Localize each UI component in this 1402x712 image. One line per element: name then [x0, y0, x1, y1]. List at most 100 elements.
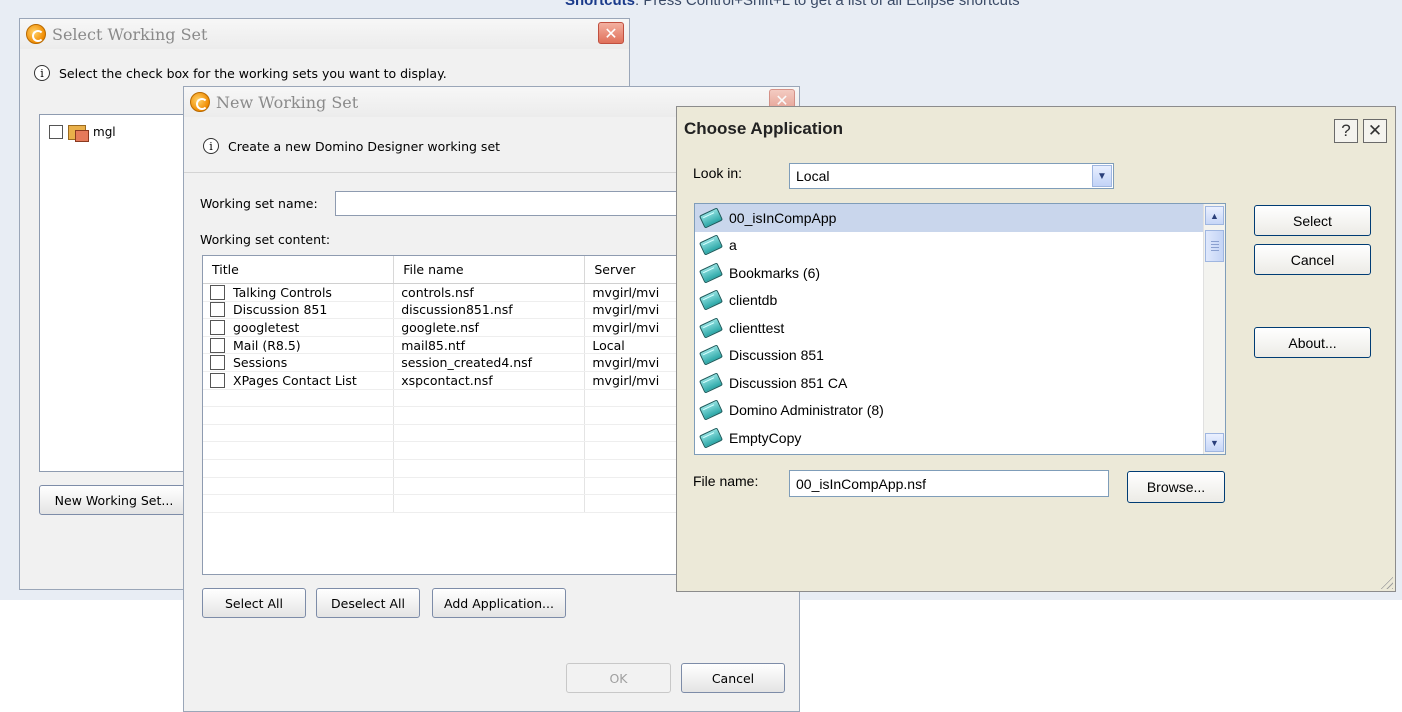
file-name-label: File name:: [693, 473, 759, 489]
list-item[interactable]: Discussion 851 CA: [695, 369, 1225, 397]
row-checkbox[interactable]: [210, 337, 225, 353]
row-checkbox[interactable]: [210, 372, 225, 388]
dialog-title: Select Working Set: [52, 24, 208, 44]
list-item[interactable]: Domino Administrator (8): [695, 397, 1225, 425]
list-item[interactable]: Bookmarks (6): [695, 259, 1225, 287]
list-item[interactable]: clientdb: [695, 287, 1225, 315]
info-text: Create a new Domino Designer working set: [228, 138, 501, 154]
select-button[interactable]: Select: [1254, 205, 1371, 236]
row-server: mvgirl/mvi: [585, 301, 681, 319]
table-row[interactable]: Sessions session_created4.nsf mvgirl/mvi: [203, 354, 681, 372]
cancel-button[interactable]: Cancel: [1254, 244, 1371, 275]
new-working-set-button[interactable]: New Working Set...: [39, 485, 189, 515]
application-label: Discussion 851: [729, 347, 824, 364]
column-header-file-name[interactable]: File name: [394, 256, 586, 283]
look-in-select[interactable]: Local ▼: [789, 163, 1114, 189]
row-server: Local: [585, 336, 681, 354]
working-set-name-label: Working set name:: [200, 196, 318, 211]
dialog-title: New Working Set: [216, 92, 359, 112]
browse-button[interactable]: Browse...: [1127, 471, 1225, 503]
application-label: Domino Administrator (8): [729, 402, 884, 419]
chevron-down-icon[interactable]: ▼: [1092, 165, 1112, 187]
scroll-up-icon[interactable]: ▲: [1205, 206, 1224, 225]
database-icon: [699, 372, 723, 393]
database-icon: [699, 207, 723, 228]
row-title: XPages Contact List: [233, 372, 357, 388]
column-header-server[interactable]: Server: [585, 256, 681, 283]
deselect-all-button[interactable]: Deselect All: [316, 588, 420, 618]
list-item[interactable]: mgl: [49, 123, 116, 142]
row-title: Talking Controls: [233, 284, 332, 300]
table-row[interactable]: Talking Controls controls.nsf mvgirl/mvi: [203, 284, 681, 302]
database-icon: [699, 317, 723, 338]
row-checkbox[interactable]: [210, 302, 225, 318]
empty-row: [203, 477, 681, 496]
file-name-value: 00_isInCompApp.nsf: [796, 475, 926, 492]
row-file-name: discussion851.nsf: [394, 301, 586, 319]
select-all-button[interactable]: Select All: [202, 588, 306, 618]
row-title: googletest: [233, 319, 300, 335]
list-item[interactable]: Discussion 851: [695, 342, 1225, 370]
database-icon: [699, 400, 723, 421]
info-message: i Select the check box for the working s…: [34, 65, 447, 81]
column-header-title[interactable]: Title: [203, 256, 395, 283]
database-icon: [699, 235, 723, 256]
database-icon: [699, 345, 723, 366]
help-button[interactable]: ?: [1334, 119, 1358, 143]
application-list[interactable]: 00_isInCompApp a Bookmarks (6) clientdb …: [694, 203, 1226, 455]
row-file-name: controls.nsf: [394, 284, 586, 301]
info-icon: i: [34, 65, 50, 81]
row-file-name: mail85.ntf: [394, 336, 586, 354]
working-set-name-input[interactable]: [335, 191, 695, 216]
row-server: mvgirl/mvi: [585, 284, 681, 301]
working-set-icon: [68, 123, 90, 142]
application-label: Bookmarks (6): [729, 264, 821, 281]
file-name-input[interactable]: 00_isInCompApp.nsf: [789, 470, 1109, 497]
list-item[interactable]: 00_isInCompApp: [695, 204, 1225, 232]
list-item[interactable]: a: [695, 232, 1225, 260]
scroll-thumb[interactable]: [1205, 230, 1224, 262]
row-checkbox[interactable]: [210, 284, 225, 300]
application-label: clientdb: [729, 292, 778, 309]
row-server: mvgirl/mvi: [585, 354, 681, 371]
list-item[interactable]: clienttest: [695, 314, 1225, 342]
ok-button[interactable]: OK: [566, 663, 671, 693]
table-row[interactable]: XPages Contact List xspcontact.nsf mvgir…: [203, 371, 681, 390]
dialog-title: Choose Application: [684, 119, 843, 138]
resize-grip-icon[interactable]: [1379, 575, 1393, 589]
table-row[interactable]: googletest googlete.nsf mvgirl/mvi: [203, 319, 681, 337]
row-title: Sessions: [233, 355, 288, 371]
info-text: Select the check box for the working set…: [59, 65, 447, 81]
shortcuts-hint-text: : Press Control+Shift+L to get a list of…: [635, 0, 1020, 9]
info-icon: i: [203, 138, 219, 154]
application-label: clienttest: [729, 319, 785, 336]
table-row[interactable]: Mail (R8.5) mail85.ntf Local: [203, 336, 681, 355]
working-set-list[interactable]: mgl: [39, 114, 191, 472]
shortcuts-hint: Shortcuts: Press Control+Shift+L to get …: [565, 0, 1020, 9]
empty-row: [203, 442, 681, 460]
working-set-checkbox[interactable]: [49, 125, 63, 139]
cancel-button[interactable]: Cancel: [681, 663, 785, 693]
application-label: EmptyCopy: [729, 429, 802, 446]
database-icon: [699, 427, 723, 448]
row-checkbox[interactable]: [210, 355, 225, 371]
info-message: i Create a new Domino Designer working s…: [203, 138, 500, 154]
close-icon[interactable]: ✕: [598, 22, 624, 44]
dialog-app-icon: [190, 92, 210, 112]
add-application-button[interactable]: Add Application...: [432, 588, 566, 618]
look-in-value: Local: [796, 168, 830, 184]
select-working-set-titlebar[interactable]: Select Working Set: [20, 19, 629, 49]
working-set-content-table[interactable]: Title File name Server Talking Controls …: [202, 255, 682, 575]
list-item[interactable]: EmptyCopy: [695, 424, 1225, 452]
row-title: Discussion 851: [233, 302, 328, 318]
vertical-scrollbar[interactable]: ▲ ▼: [1203, 204, 1225, 454]
row-checkbox[interactable]: [210, 319, 225, 335]
close-icon[interactable]: ✕: [1363, 119, 1387, 143]
row-file-name: googlete.nsf: [394, 319, 586, 336]
about-button[interactable]: About...: [1254, 327, 1371, 358]
scroll-down-icon[interactable]: ▼: [1205, 433, 1224, 452]
look-in-label: Look in:: [693, 165, 743, 181]
table-row[interactable]: Discussion 851 discussion851.nsf mvgirl/…: [203, 301, 681, 320]
dialog-app-icon: [26, 24, 46, 44]
working-set-label: mgl: [93, 125, 116, 139]
